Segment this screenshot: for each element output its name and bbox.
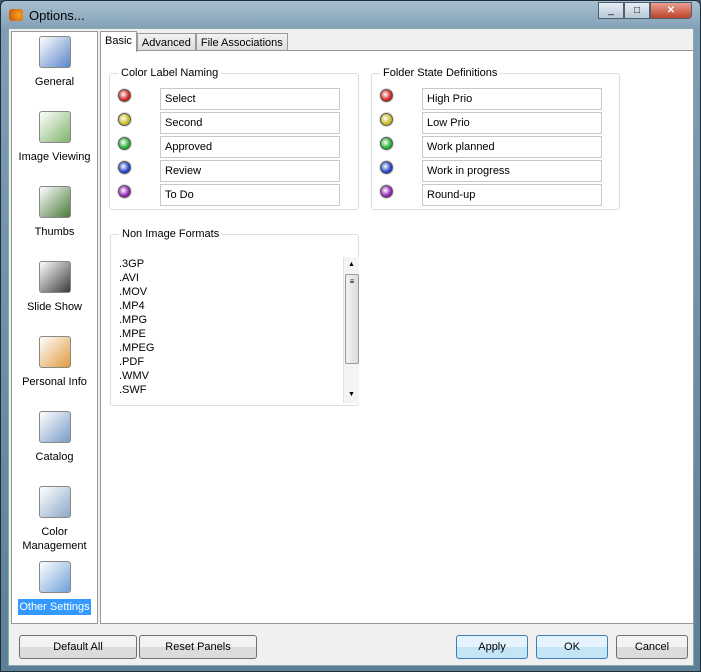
tab-bar: Basic Advanced File Associations xyxy=(100,31,288,52)
sidebar-item-catalog[interactable]: Catalog xyxy=(12,411,97,465)
color-label-name-input[interactable]: Review xyxy=(160,160,340,182)
folder-state-row xyxy=(380,137,393,150)
group-title: Non Image Formats xyxy=(119,228,223,240)
folder-state-row xyxy=(380,113,393,126)
folder-state-color-dot-icon xyxy=(380,113,393,126)
sidebar-item-label: Personal Info xyxy=(22,376,87,388)
sidebar-item-general[interactable]: General xyxy=(12,36,97,90)
format-list-item[interactable]: .MPEG xyxy=(119,341,359,355)
format-list-item[interactable]: .SWF xyxy=(119,383,359,397)
color-label-row xyxy=(118,113,131,126)
folder-state-row xyxy=(380,89,393,102)
color-label-name-input[interactable]: Second xyxy=(160,112,340,134)
app-icon xyxy=(9,9,23,21)
default-all-button[interactable]: Default All xyxy=(19,635,137,659)
color-label-name-input[interactable]: Approved xyxy=(160,136,340,158)
folder-state-color-dot-icon xyxy=(380,137,393,150)
maximize-button[interactable]: □ xyxy=(624,2,650,19)
slide-show-film-icon xyxy=(38,261,71,293)
close-button[interactable]: ✕ xyxy=(650,2,692,19)
tab-advanced[interactable]: Advanced xyxy=(136,33,196,51)
format-list-item[interactable]: .MPE xyxy=(119,327,359,341)
color-management-monitor-icon xyxy=(38,486,71,518)
cancel-button[interactable]: Cancel xyxy=(616,635,688,659)
formats-list[interactable]: .3GP .AVI .MOV .MP4 .MPG .MPE .MPEG .PDF .WMV .SW… xyxy=(119,257,359,403)
sidebar-item-image-viewing[interactable]: Image Viewing xyxy=(12,111,97,165)
personal-info-person-icon xyxy=(38,336,71,368)
sidebar-item-color-management[interactable]: Color Management xyxy=(12,486,97,554)
color-label-name-input[interactable]: To Do xyxy=(160,184,340,206)
color-label-row xyxy=(118,161,131,174)
reset-panels-button[interactable]: Reset Panels xyxy=(139,635,257,659)
folder-state-group: Folder State Definitions High Prio Low Pr… xyxy=(371,67,620,210)
format-list-item[interactable]: .MPG xyxy=(119,313,359,327)
format-list-item[interactable]: .MOV xyxy=(119,285,359,299)
image-viewing-icon xyxy=(38,111,71,143)
basic-tab-content: Color Label Naming Select Second Approved R… xyxy=(100,50,694,624)
scroll-up-arrow-icon[interactable]: ▲ xyxy=(344,257,359,273)
general-window-icon xyxy=(38,36,71,68)
sidebar-item-label: Catalog xyxy=(35,451,74,463)
dialog-client: General Image Viewing Thumbs Slide Show Pers… xyxy=(8,28,694,666)
non-image-formats-group: Non Image Formats .3GP .AVI .MOV .MP4 .MPG .M… xyxy=(110,228,359,406)
format-list-item[interactable]: .MP4 xyxy=(119,299,359,313)
sidebar-item-label: General xyxy=(34,76,75,88)
format-list-item[interactable]: .PDF xyxy=(119,355,359,369)
sidebar-item-label: Slide Show xyxy=(26,301,83,313)
sidebar-item-slide-show[interactable]: Slide Show xyxy=(12,261,97,315)
color-label-row xyxy=(118,185,131,198)
color-label-row xyxy=(118,137,131,150)
group-title: Folder State Definitions xyxy=(380,67,501,79)
folder-state-name-input[interactable]: Work planned xyxy=(422,136,602,158)
tab-file-associations[interactable]: File Associations xyxy=(195,33,288,51)
sidebar-item-personal-info[interactable]: Personal Info xyxy=(12,336,97,390)
color-label-name-input[interactable]: Select xyxy=(160,88,340,110)
apply-button[interactable]: Apply xyxy=(456,635,528,659)
format-list-item[interactable]: .WMV xyxy=(119,369,359,383)
thumbs-icon xyxy=(38,186,71,218)
ok-button[interactable]: OK xyxy=(536,635,608,659)
scroll-thumb[interactable]: ≡ xyxy=(345,274,359,364)
format-list-item[interactable]: .3GP xyxy=(119,257,359,271)
folder-state-name-input[interactable]: High Prio xyxy=(422,88,602,110)
color-label-color-dot-icon xyxy=(118,113,131,126)
color-label-color-dot-icon xyxy=(118,185,131,198)
folder-state-color-dot-icon xyxy=(380,89,393,102)
folder-state-row xyxy=(380,185,393,198)
color-label-color-dot-icon xyxy=(118,89,131,102)
folder-state-name-input[interactable]: Round-up xyxy=(422,184,602,206)
folder-state-color-dot-icon xyxy=(380,185,393,198)
minimize-button[interactable]: _ xyxy=(598,2,624,19)
format-list-item[interactable]: .AVI xyxy=(119,271,359,285)
folder-state-color-dot-icon xyxy=(380,161,393,174)
folder-state-name-input[interactable]: Low Prio xyxy=(422,112,602,134)
sidebar-item-label: Color Management xyxy=(22,526,87,552)
window-title: Options... xyxy=(29,7,85,23)
sidebar-item-other-settings[interactable]: Other Settings xyxy=(12,561,97,615)
tab-basic[interactable]: Basic xyxy=(100,31,137,52)
group-title: Color Label Naming xyxy=(118,67,222,79)
sidebar-item-label: Thumbs xyxy=(34,226,75,238)
folder-state-row xyxy=(380,161,393,174)
options-window: Options... _ □ ✕ General Image Viewing Thu… xyxy=(0,0,701,672)
folder-state-name-input[interactable]: Work in progress xyxy=(422,160,602,182)
color-label-color-dot-icon xyxy=(118,161,131,174)
sidebar-item-label: Other Settings xyxy=(18,599,91,615)
color-label-row xyxy=(118,89,131,102)
other-settings-tools-icon xyxy=(38,561,71,593)
title-bar: Options... xyxy=(9,5,85,25)
scroll-down-arrow-icon[interactable]: ▼ xyxy=(344,387,359,403)
sidebar-item-thumbs[interactable]: Thumbs xyxy=(12,186,97,240)
catalog-icon xyxy=(38,411,71,443)
sidebar-item-label: Image Viewing xyxy=(18,151,91,163)
list-scrollbar[interactable]: ▲ ≡ ▼ xyxy=(343,257,359,403)
color-label-naming-group: Color Label Naming Select Second Approved R… xyxy=(109,67,359,210)
color-label-color-dot-icon xyxy=(118,137,131,150)
category-sidebar: General Image Viewing Thumbs Slide Show Pers… xyxy=(11,31,98,624)
